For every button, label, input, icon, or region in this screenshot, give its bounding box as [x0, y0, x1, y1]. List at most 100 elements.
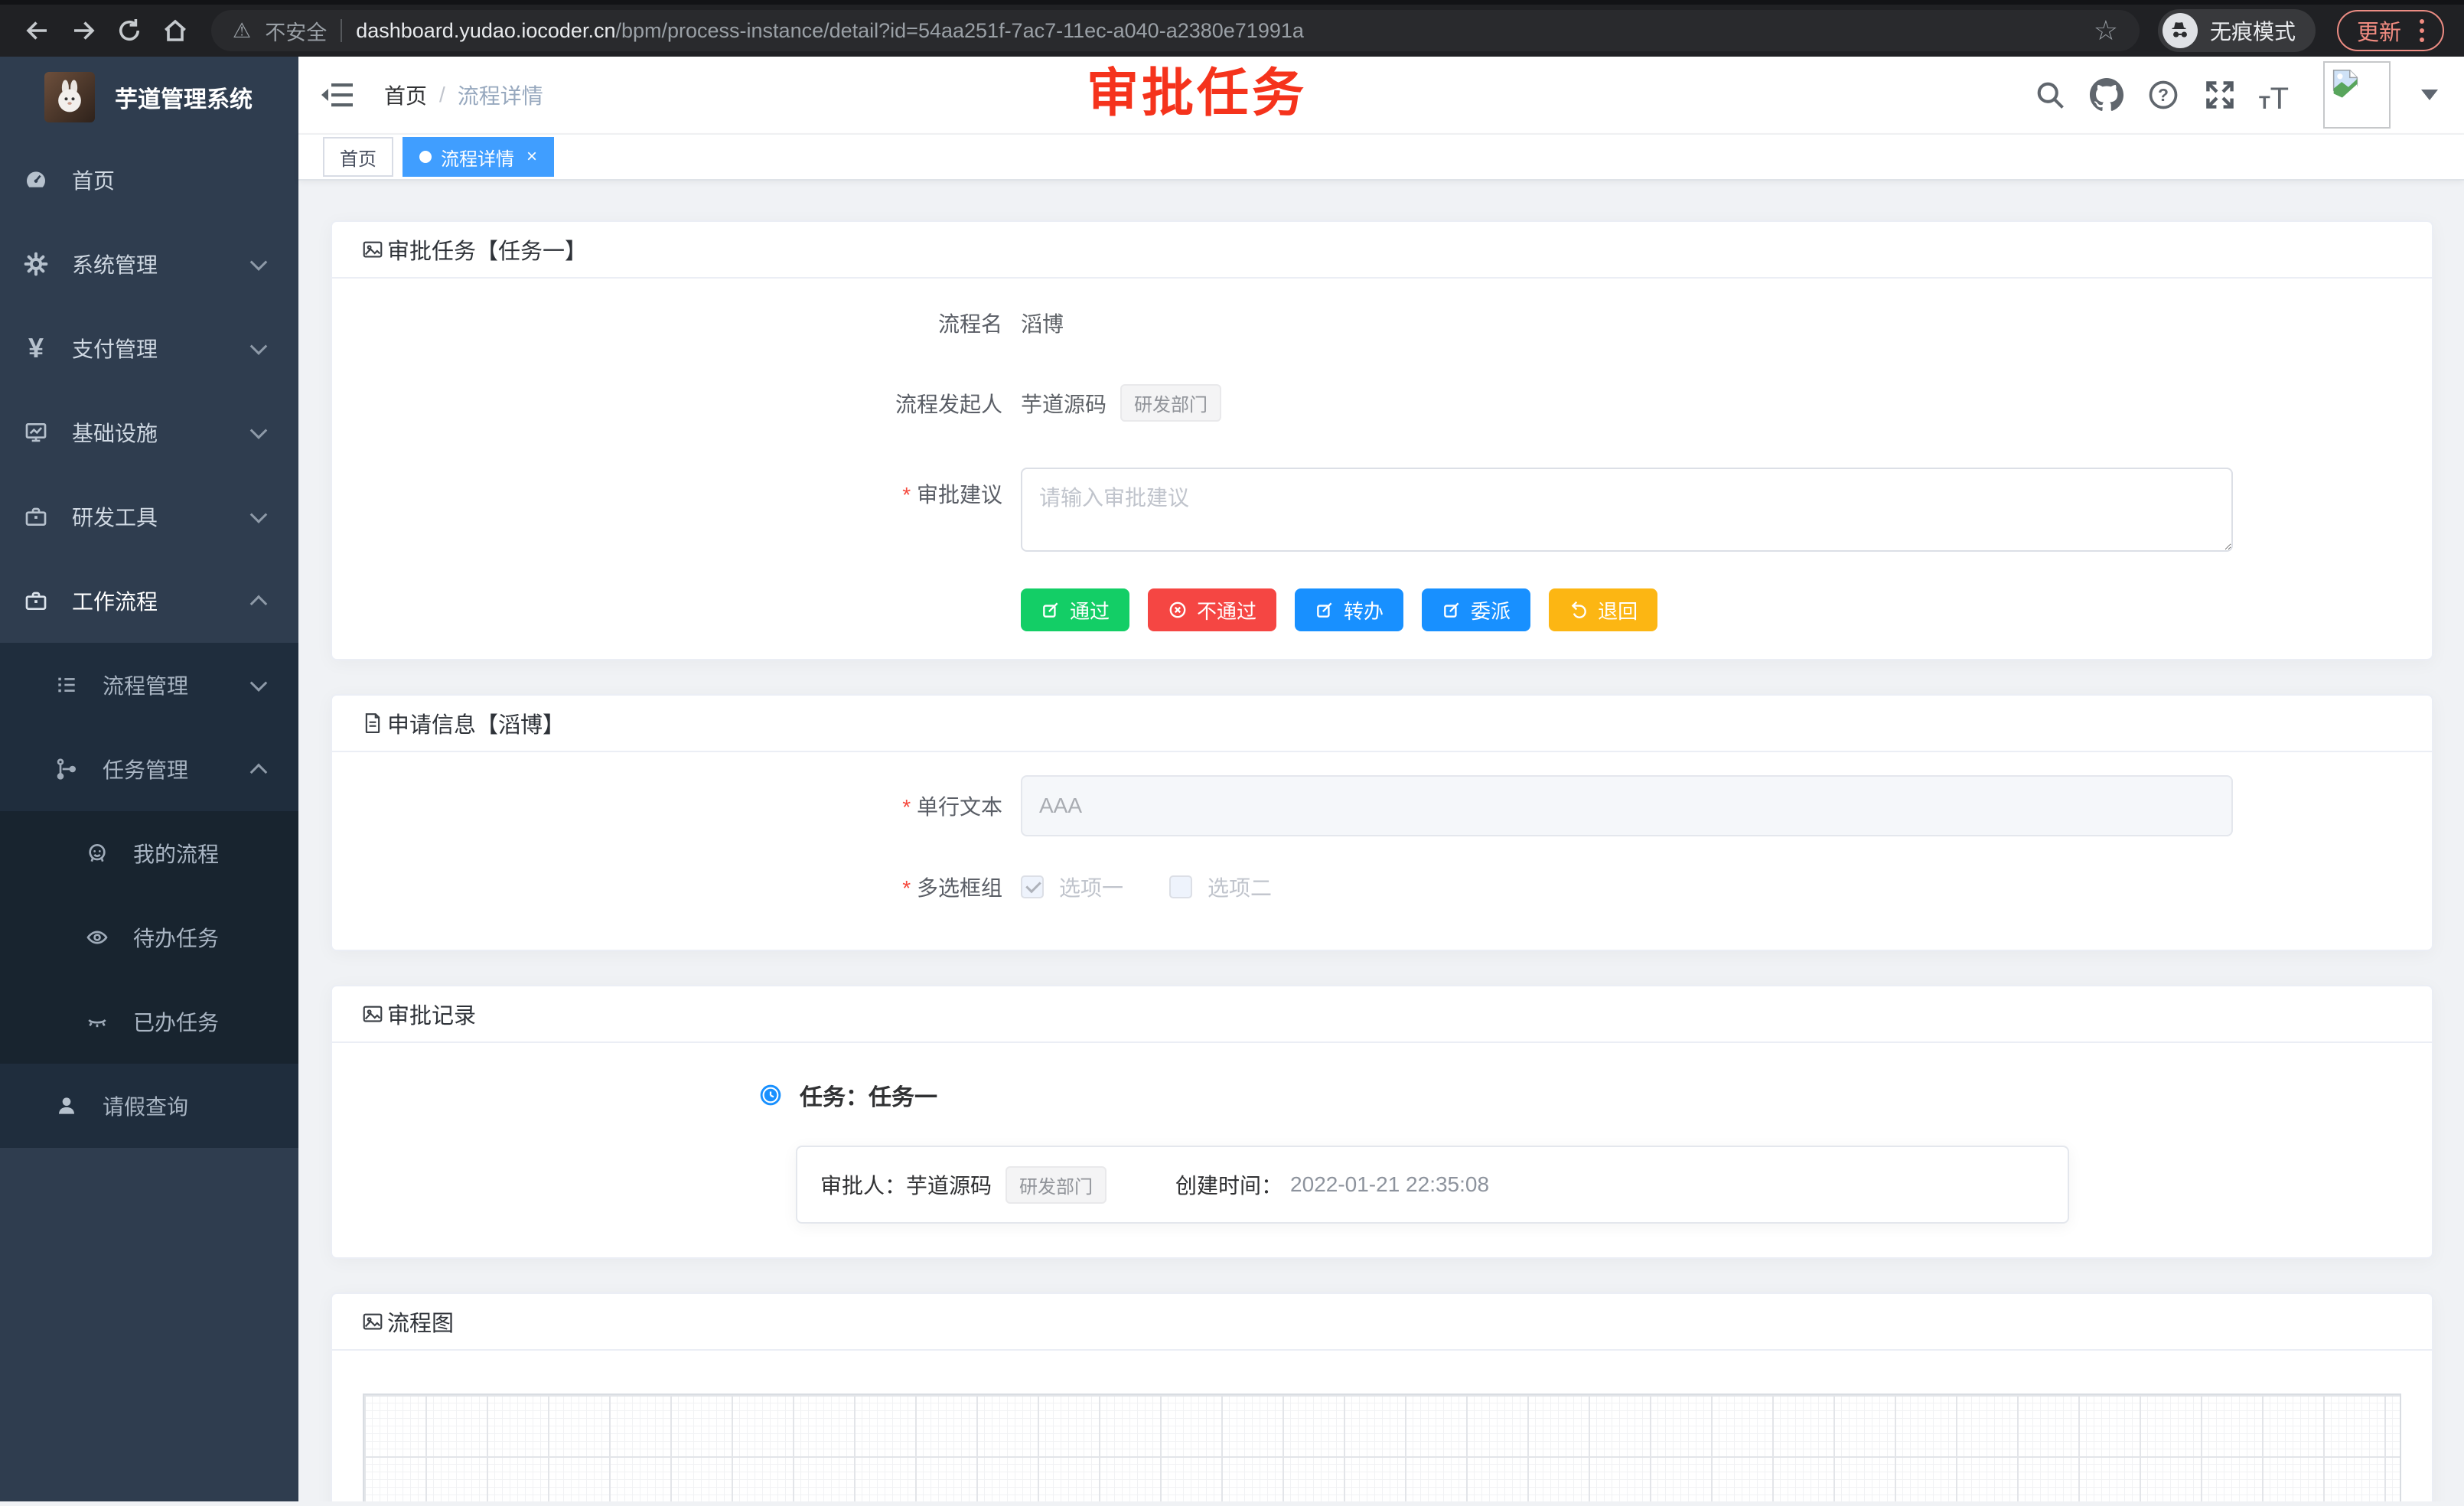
checkbox-label: 选项二: [1208, 872, 1272, 902]
sidebar-item-home[interactable]: 首页: [0, 138, 298, 222]
checkbox-option-2: 选项二: [1169, 872, 1272, 902]
sidebar-item-todo-tasks[interactable]: 待办任务: [0, 895, 298, 980]
app-title: 芋道管理系统: [115, 80, 253, 114]
field-label: 流程发起人: [363, 388, 1021, 419]
url-text: dashboard.yudao.iocoder.cn/bpm/process-i…: [356, 19, 2079, 43]
tags-view-bar: 首页 流程详情 ×: [298, 135, 2464, 181]
tab-label: 首页: [340, 144, 376, 171]
breadcrumb: 首页 / 流程详情: [384, 80, 543, 110]
flow-icon: [54, 757, 80, 781]
approve-button[interactable]: 通过: [1021, 588, 1129, 631]
user-icon: [54, 1094, 80, 1118]
fullscreen-icon[interactable]: [2202, 77, 2237, 112]
sidebar-item-label: 基础设施: [72, 417, 158, 448]
suggestion-textarea[interactable]: [1021, 468, 2233, 552]
search-icon[interactable]: [2032, 77, 2068, 112]
created-time: 2022-01-21 22:35:08: [1290, 1172, 1489, 1197]
sidebar-item-label: 任务管理: [103, 754, 188, 784]
tab-label: 流程详情: [441, 144, 514, 171]
url-path: /bpm/process-instance/detail?id=54aa251f…: [615, 19, 1303, 43]
tab-home[interactable]: 首页: [323, 137, 393, 177]
picture-icon: [361, 238, 384, 261]
update-button[interactable]: 更新: [2337, 10, 2444, 51]
transfer-button[interactable]: 转办: [1295, 588, 1403, 631]
sidebar-item-done-tasks[interactable]: 已办任务: [0, 980, 298, 1064]
list-icon: [54, 673, 80, 697]
breadcrumb-current: 流程详情: [458, 80, 543, 110]
browser-menu-icon[interactable]: [2420, 19, 2424, 42]
approver-name: 芋道源码: [906, 1169, 992, 1200]
button-label: 通过: [1070, 596, 1110, 624]
initiator-row: 流程发起人 芋道源码 研发部门: [363, 384, 2401, 422]
url-bar[interactable]: ⚠ 不安全 dashboard.yudao.iocoder.cn/bpm/pro…: [211, 10, 2140, 51]
font-size-icon[interactable]: TT: [2259, 77, 2294, 112]
back-icon[interactable]: [20, 13, 55, 48]
reload-icon[interactable]: [112, 13, 147, 48]
sidebar-item-label: 我的流程: [133, 838, 219, 869]
checkbox-option-1: 选项一: [1021, 872, 1123, 902]
checkbox-checked-icon: [1021, 875, 1044, 898]
home-icon[interactable]: [158, 13, 193, 48]
github-icon[interactable]: [2089, 77, 2124, 112]
sidebar-item-label: 系统管理: [72, 249, 158, 279]
sidebar-item-task-management[interactable]: 任务管理: [0, 727, 298, 811]
bookmark-star-icon[interactable]: ☆: [2094, 15, 2118, 47]
help-icon[interactable]: ?: [2146, 77, 2181, 112]
delegate-button[interactable]: 委派: [1422, 588, 1530, 631]
sidebar-item-payment[interactable]: 支付管理: [0, 306, 298, 390]
chevron-up-icon: [250, 764, 268, 781]
chevron-down-icon: [250, 253, 268, 271]
eye-closed-icon: [84, 1009, 110, 1034]
process-name-row: 流程名 滔博: [363, 308, 2401, 338]
reject-button[interactable]: 不通过: [1148, 588, 1276, 631]
clock-icon: [758, 1083, 783, 1107]
collapse-sidebar-icon[interactable]: [320, 80, 355, 110]
sidebar-item-label: 工作流程: [72, 585, 158, 616]
breadcrumb-home[interactable]: 首页: [384, 80, 427, 110]
suggestion-row: 审批建议: [363, 468, 2401, 552]
panel-title: 审批任务【任务一】: [387, 233, 587, 266]
panel-title: 申请信息【滔博】: [387, 707, 565, 739]
face-icon: [84, 841, 110, 865]
update-label: 更新: [2357, 15, 2401, 47]
return-button[interactable]: 退回: [1549, 588, 1657, 631]
panel-header: 申请信息【滔博】: [332, 696, 2432, 752]
chevron-down-icon: [250, 422, 268, 439]
bpmn-canvas[interactable]: [363, 1394, 2401, 1501]
briefcase-icon: [23, 588, 49, 613]
task-title: 任务：任务一: [800, 1078, 937, 1112]
toolbox-icon: [23, 504, 49, 529]
checkbox-label: 选项一: [1059, 872, 1123, 902]
panel-header: 流程图: [332, 1294, 2432, 1351]
sidebar-item-my-process[interactable]: 我的流程: [0, 811, 298, 895]
sidebar-item-workflow[interactable]: 工作流程: [0, 559, 298, 643]
app-logo: [44, 72, 95, 122]
sidebar-item-leave-query[interactable]: 请假查询: [0, 1064, 298, 1148]
browser-toolbar: ⚠ 不安全 dashboard.yudao.iocoder.cn/bpm/pro…: [0, 0, 2464, 57]
field-label: 审批建议: [363, 468, 1021, 509]
page-header: 首页 / 流程详情 审批任务 ? TT: [298, 57, 2464, 135]
checkbox-group-row: 多选框组 选项一 选项二: [363, 872, 2401, 902]
gear-icon: [23, 252, 49, 276]
warning-icon: ⚠: [233, 19, 251, 43]
tab-process-detail[interactable]: 流程详情 ×: [403, 137, 554, 177]
sidebar-item-system[interactable]: 系统管理: [0, 222, 298, 306]
dept-tag: 研发部门: [1120, 384, 1221, 422]
sidebar-logo-row[interactable]: 芋道管理系统: [0, 57, 298, 138]
incognito-icon: [2163, 13, 2198, 48]
initiator-name: 芋道源码: [1021, 388, 1107, 419]
chevron-down-icon: [250, 337, 268, 355]
sidebar-item-process-management[interactable]: 流程管理: [0, 643, 298, 727]
approver-label: 审批人：: [820, 1169, 906, 1200]
chevron-down-icon: [250, 674, 268, 692]
sidebar-item-infrastructure[interactable]: 基础设施: [0, 390, 298, 474]
sidebar-item-dev-tools[interactable]: 研发工具: [0, 474, 298, 559]
button-label: 退回: [1598, 596, 1638, 624]
caret-down-icon[interactable]: [2421, 90, 2438, 100]
security-label: 不安全: [265, 16, 327, 46]
tab-close-icon[interactable]: ×: [526, 148, 537, 166]
forward-icon[interactable]: [66, 13, 101, 48]
field-label: 流程名: [363, 308, 1021, 338]
document-icon: [361, 712, 384, 735]
avatar[interactable]: [2323, 61, 2391, 129]
